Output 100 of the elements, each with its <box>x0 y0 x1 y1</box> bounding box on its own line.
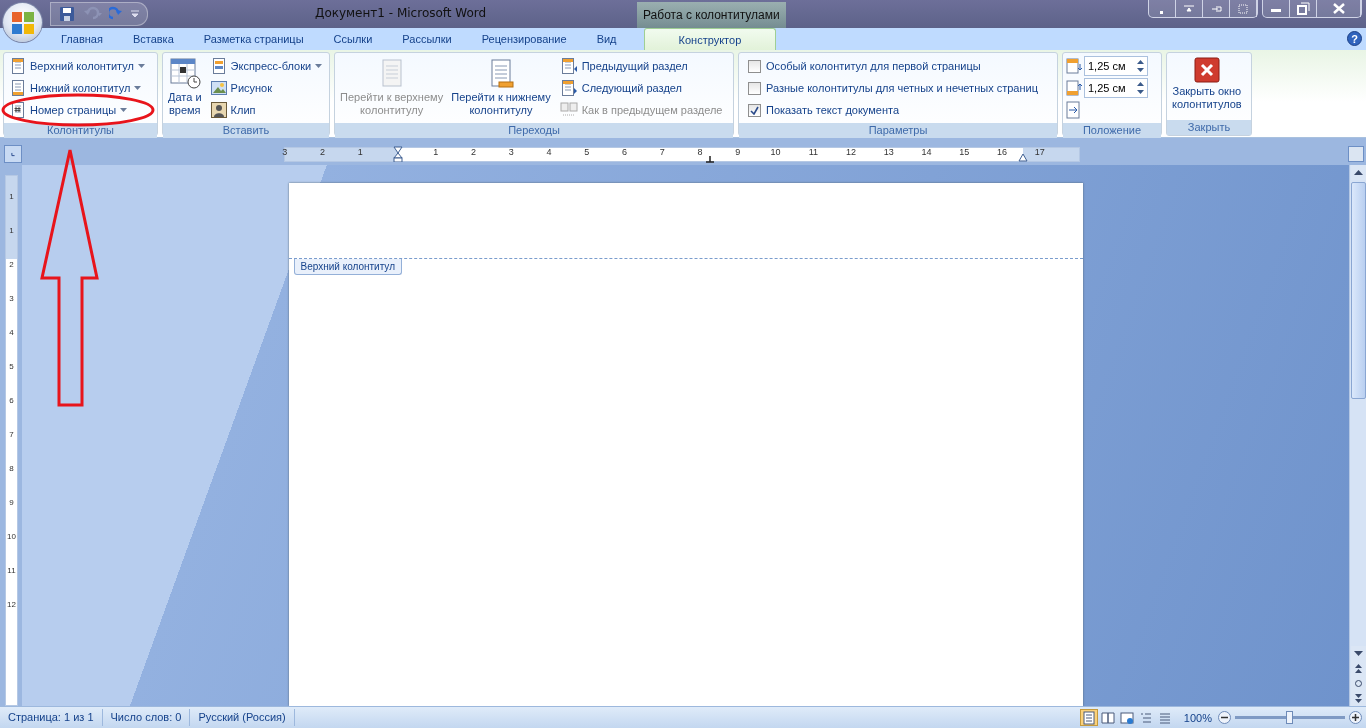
view-ruler-button[interactable] <box>1348 146 1364 162</box>
ribbon-tab[interactable]: Рецензирование <box>466 28 582 50</box>
ruler-number: 5 <box>9 362 14 371</box>
contextual-tab-title: Работа с колонтитулами <box>637 2 786 28</box>
spin-arrows-icon[interactable] <box>1137 81 1144 95</box>
checkbox-label: Показать текст документа <box>766 104 899 116</box>
previous-page-icon[interactable] <box>1353 663 1363 674</box>
ribbon-button[interactable]: Номер страницы <box>7 99 148 121</box>
browse-object-icon[interactable] <box>1353 678 1363 689</box>
ruler-number: 12 <box>846 146 857 159</box>
draft-icon <box>1157 710 1172 725</box>
zoom-level: 100% <box>1183 711 1212 724</box>
ribbon-tab[interactable]: Вид <box>581 28 632 50</box>
ruler-number: 12 <box>7 600 16 609</box>
group-label: Закрыть <box>1167 120 1251 135</box>
footer-position-icon <box>1066 80 1082 96</box>
ribbon-button[interactable]: Перейти к нижнему колонтитулу <box>449 55 553 119</box>
page-footer-icon <box>10 80 26 96</box>
header-position-icon <box>1066 58 1082 74</box>
print-layout-icon <box>1081 710 1096 725</box>
ribbon-button[interactable]: Предыдущий раздел <box>556 55 726 77</box>
ribbon-tab[interactable]: Ссылки <box>318 28 388 50</box>
ruler-number: 4 <box>546 146 552 159</box>
vertical-scrollbar[interactable] <box>1349 165 1366 706</box>
calendar-clock-icon <box>168 57 201 89</box>
ruler-number: 16 <box>997 146 1008 159</box>
scroll-down-icon[interactable] <box>1353 651 1363 656</box>
ribbon-button[interactable]: Верхний колонтитул <box>7 55 148 77</box>
status-text: Число слов: 0 <box>102 709 191 726</box>
ribbon-button[interactable]: Следующий раздел <box>556 77 726 99</box>
ruler-number: 9 <box>9 498 14 507</box>
ribbon-tab[interactable]: Рассылки <box>387 28 467 50</box>
ruler-number: 8 <box>9 464 14 473</box>
next-page-icon[interactable] <box>1353 693 1363 704</box>
zoom-thumb[interactable] <box>1286 711 1293 724</box>
office-logo-icon <box>9 9 36 36</box>
tab-selector-button[interactable] <box>4 145 22 163</box>
view-button[interactable] <box>1117 709 1136 726</box>
link-pages-icon <box>559 102 578 118</box>
group-label: Положение <box>1063 123 1161 138</box>
checkbox[interactable] <box>748 81 761 95</box>
ruler-number: 6 <box>622 146 628 159</box>
status-text: Страница: 1 из 1 <box>0 709 103 726</box>
zoom-out-icon[interactable] <box>1221 714 1228 721</box>
status-text: Русский (Россия) <box>190 709 295 726</box>
ribbon-tab[interactable]: Вставка <box>117 28 189 50</box>
ribbon-button[interactable]: Закрыть окно колонтитулов <box>1170 55 1244 113</box>
ruler-number: 6 <box>9 396 14 405</box>
indent-marker-icon[interactable] <box>393 146 404 162</box>
view-button[interactable] <box>1079 709 1098 726</box>
ribbon-tab[interactable]: Главная <box>46 28 118 50</box>
ruler-number: 1 <box>9 226 14 235</box>
view-button[interactable] <box>1098 709 1117 726</box>
ruler-number: 17 <box>1034 146 1045 159</box>
checkbox[interactable] <box>748 59 761 73</box>
group-label: Вставить <box>163 123 329 138</box>
spin-field[interactable]: 1,25 см <box>1084 78 1148 98</box>
ruler-number: 9 <box>735 146 741 159</box>
customize-caret-icon[interactable] <box>131 10 139 18</box>
window-title: Документ1 - Microsoft Word <box>315 6 487 20</box>
ruler-number: 3 <box>9 294 14 303</box>
ribbon-button[interactable]: Экспресс-блоки <box>207 55 326 77</box>
check-icon <box>750 105 759 115</box>
ruler-number: 13 <box>883 146 894 159</box>
reading-layout-icon <box>1100 710 1115 725</box>
ribbon-button[interactable]: Дата и время <box>166 55 204 119</box>
grid-icon[interactable] <box>1236 1 1250 16</box>
header-tag: Верхний колонтитул <box>293 259 402 275</box>
ruler-number: 7 <box>659 146 665 159</box>
ruler-number: 1 <box>357 146 363 159</box>
web-layout-icon <box>1119 710 1134 725</box>
ruler-number: 8 <box>697 146 703 159</box>
ribbon-tab[interactable]: Конструктор <box>643 28 777 50</box>
help-button[interactable]: ? <box>1347 31 1362 46</box>
ribbon-button[interactable]: Нижний колонтитул <box>7 77 148 99</box>
group-label: Параметры <box>739 123 1057 138</box>
spin-field[interactable]: 1,25 см <box>1084 56 1148 76</box>
ruler-number: 2 <box>320 146 326 159</box>
tab-stop-icon[interactable] <box>706 155 714 163</box>
ruler-number: 3 <box>508 146 514 159</box>
zoom-in-icon[interactable] <box>1352 714 1359 721</box>
checkbox[interactable] <box>748 103 761 117</box>
picture-icon <box>210 80 227 96</box>
ruler-number: 10 <box>770 146 781 159</box>
caret-icon <box>137 64 145 68</box>
restore-icon[interactable] <box>1295 1 1311 16</box>
alignment-tab-icon[interactable] <box>1066 101 1082 119</box>
scroll-thumb[interactable] <box>1350 182 1366 399</box>
save-icon[interactable] <box>59 6 75 22</box>
ribbon-button[interactable]: Рисунок <box>207 77 326 99</box>
ruler-number: 1 <box>9 192 14 201</box>
close-icon <box>1193 57 1220 83</box>
spin-arrows-icon[interactable] <box>1137 59 1144 73</box>
ruler-number: 10 <box>7 532 16 541</box>
quick-parts-icon <box>210 58 227 74</box>
ribbon-tab[interactable]: Разметка страницы <box>188 28 319 50</box>
scroll-up-icon[interactable] <box>1353 170 1363 175</box>
ruler-number: 2 <box>471 146 477 159</box>
right-indent-marker-icon[interactable] <box>1018 152 1028 162</box>
ribbon-button[interactable]: Клип <box>207 99 326 121</box>
